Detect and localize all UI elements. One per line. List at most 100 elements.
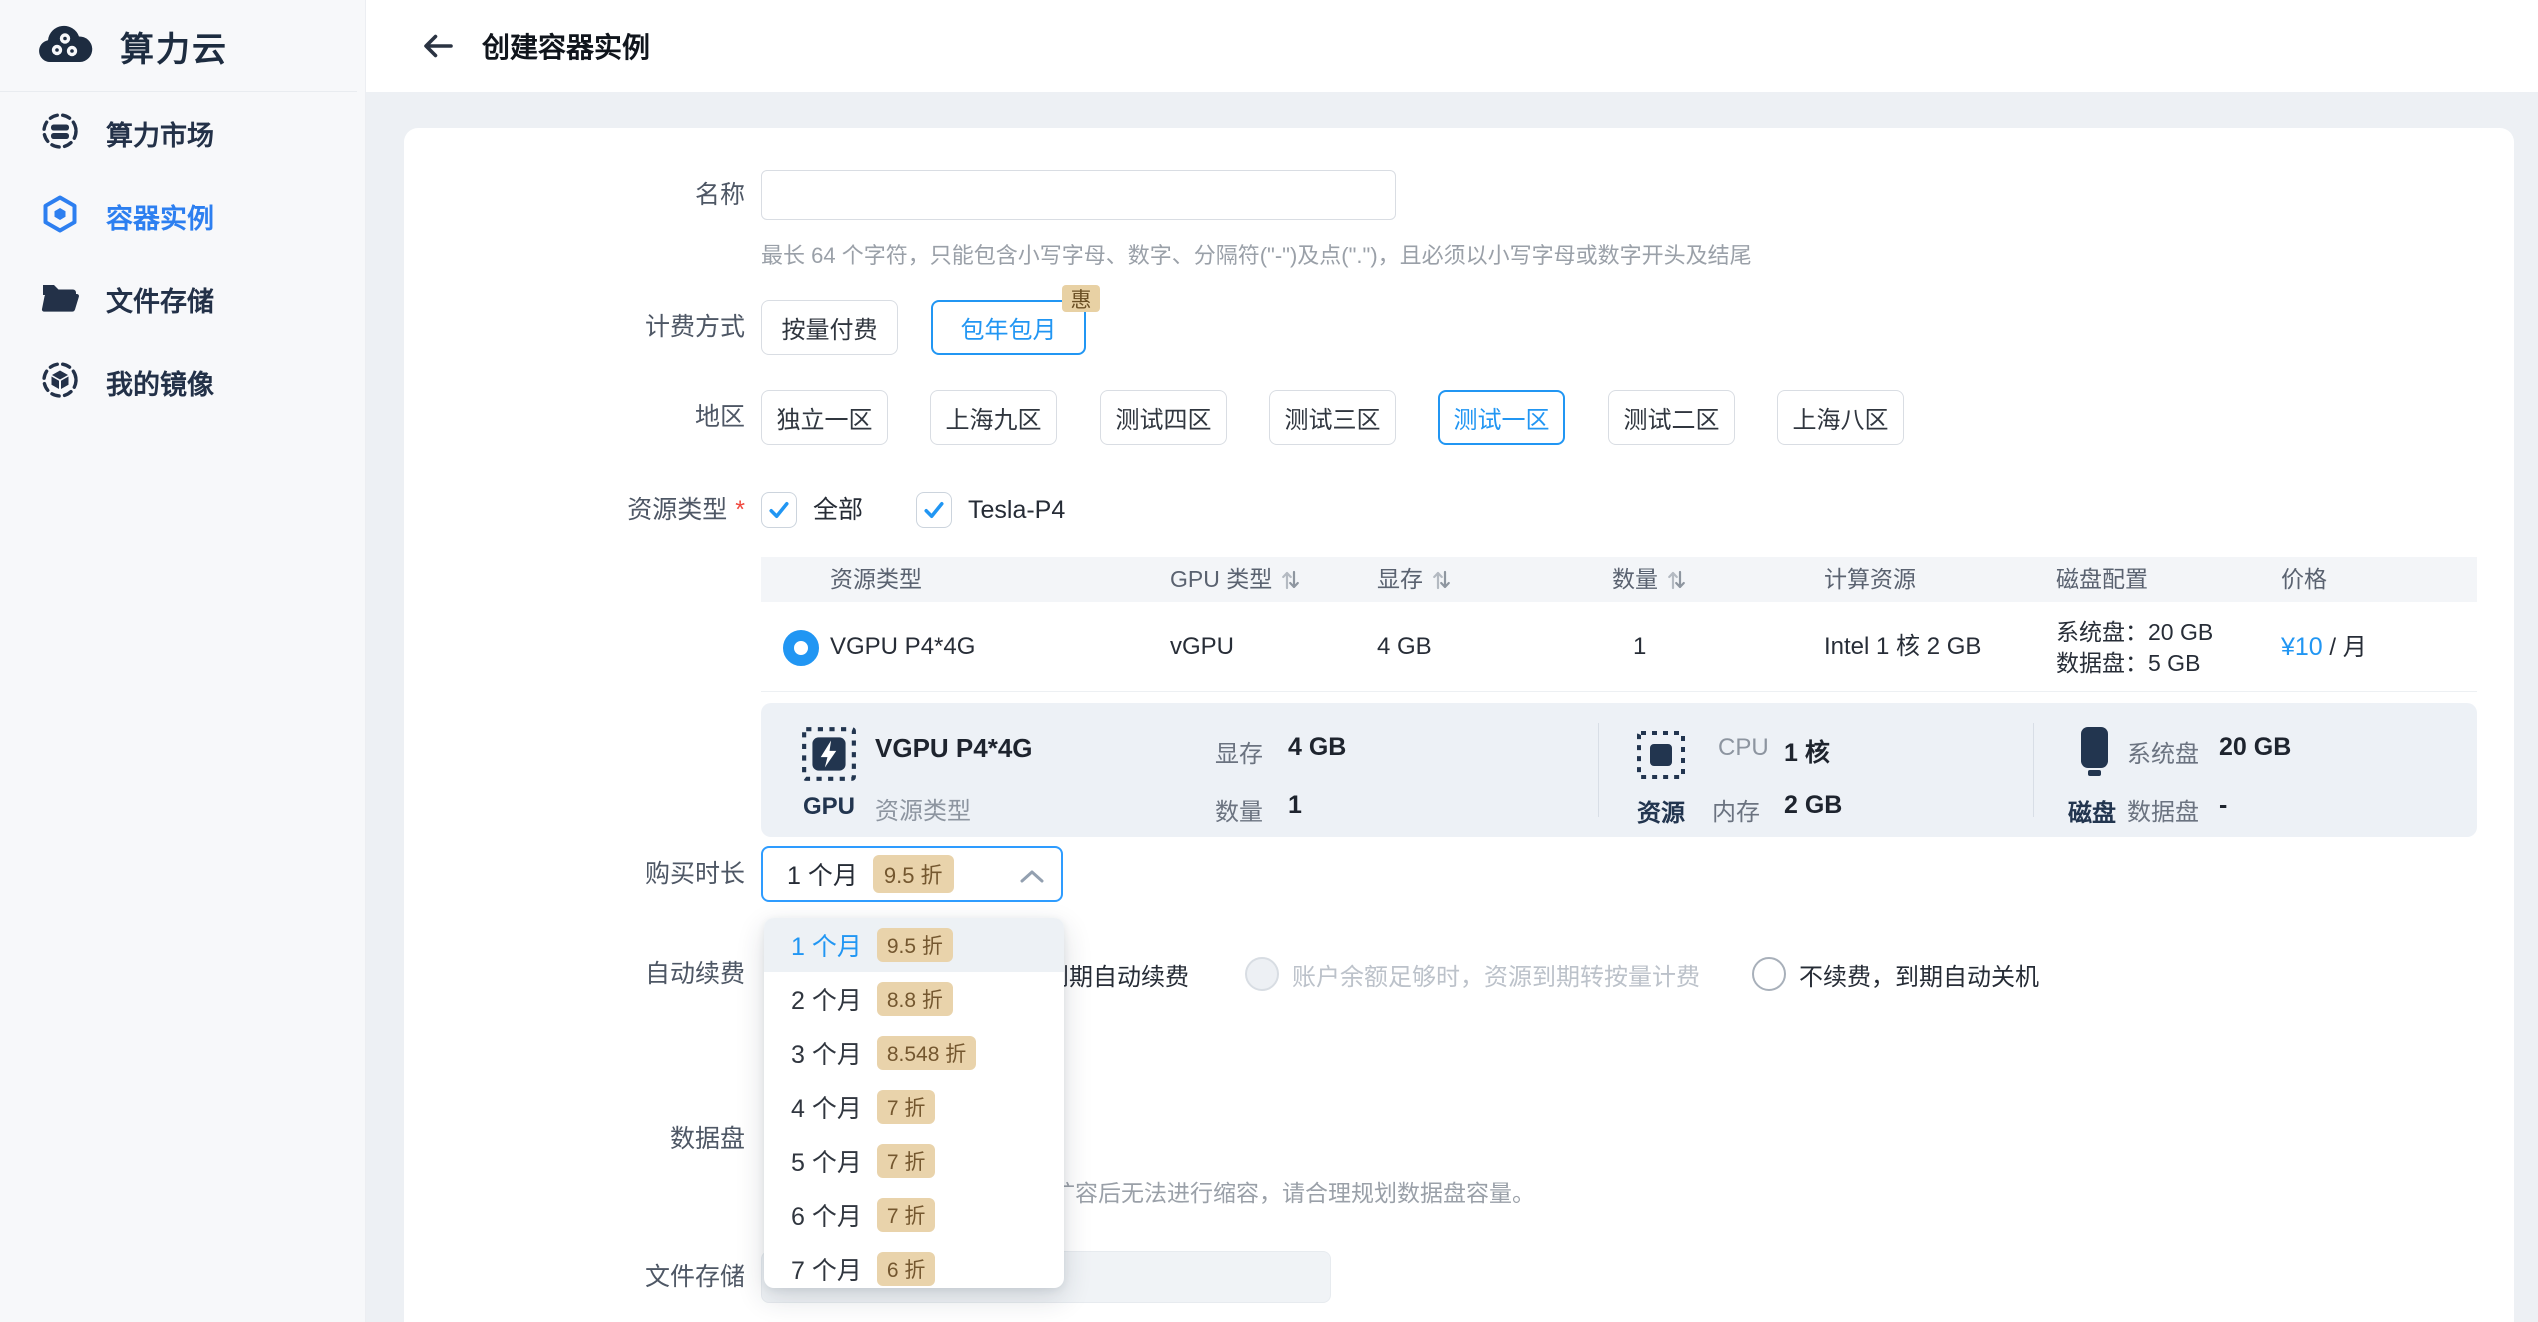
column-header: 磁盘配置 bbox=[2056, 557, 2148, 602]
column-header-sortable[interactable]: 数量 bbox=[1612, 557, 1686, 602]
disk-icon bbox=[2066, 723, 2122, 786]
duration-selected-discount-badge: 9.5 折 bbox=[873, 855, 954, 893]
region-option-selected[interactable]: 测试一区 bbox=[1438, 390, 1565, 445]
billing-option-subscription[interactable]: 包年包月 惠 bbox=[931, 300, 1086, 355]
duration-option-label: 5 个月 bbox=[791, 1143, 862, 1179]
disk-line-system: 系统盘：20 GB bbox=[2056, 617, 2213, 648]
duration-label: 购买时长 bbox=[404, 846, 745, 902]
duration-selected-value: 1 个月 bbox=[787, 856, 858, 892]
sidebar-item-market[interactable]: 算力市场 bbox=[0, 92, 365, 175]
duration-option-6[interactable]: 6 个月 7 折 bbox=[764, 1188, 1064, 1242]
name-help-text: 最长 64 个字符，只能包含小写字母、数字、分隔符("-")及点(".")，且必… bbox=[761, 238, 1752, 270]
sidebar-item-label: 容器实例 bbox=[106, 197, 214, 236]
duration-option-5[interactable]: 5 个月 7 折 bbox=[764, 1134, 1064, 1188]
duration-option-1[interactable]: 1 个月 9.5 折 bbox=[764, 918, 1064, 972]
sidebar: 算力云 算力市场 容器实例 bbox=[0, 0, 366, 1322]
discount-badge: 6 折 bbox=[877, 1252, 936, 1286]
region-option-label: 测试一区 bbox=[1454, 400, 1550, 435]
check-icon bbox=[920, 496, 948, 524]
duration-option-label: 2 个月 bbox=[791, 981, 862, 1017]
vertical-divider bbox=[2033, 723, 2034, 817]
discount-badge: 7 折 bbox=[877, 1144, 936, 1178]
spec-table-row[interactable]: VGPU P4*4G vGPU 4 GB 1 Intel 1 核 2 GB 系统… bbox=[761, 602, 2477, 692]
count-label: 数量 bbox=[1215, 792, 1263, 827]
duration-option-label: 7 个月 bbox=[791, 1251, 862, 1287]
column-header: 计算资源 bbox=[1824, 557, 1916, 602]
auto-renew-label: 自动续费 bbox=[404, 954, 745, 994]
discount-badge: 7 折 bbox=[877, 1198, 936, 1232]
check-icon bbox=[765, 496, 793, 524]
price-unit: / 月 bbox=[2323, 634, 2367, 661]
duration-option-3[interactable]: 3 个月 8.548 折 bbox=[764, 1026, 1064, 1080]
chevron-up-icon bbox=[1019, 868, 1045, 889]
sidebar-item-label: 我的镜像 bbox=[106, 363, 214, 402]
create-container-instance-page: 算力云 算力市场 容器实例 bbox=[0, 0, 2538, 1322]
cpu-label: CPU bbox=[1718, 734, 1769, 762]
duration-option-label: 4 个月 bbox=[791, 1089, 862, 1125]
radio-icon[interactable] bbox=[1752, 957, 1786, 991]
region-option-label: 测试二区 bbox=[1624, 400, 1720, 435]
data-disk-help-text: 扩容后无法进行缩容，请合理规划数据盘容量。 bbox=[1052, 1174, 1535, 1208]
cloud-logo-icon bbox=[36, 22, 94, 71]
sidebar-item-my-images[interactable]: 我的镜像 bbox=[0, 341, 365, 424]
cpu-chip-icon bbox=[1635, 729, 1687, 786]
region-option[interactable]: 上海九区 bbox=[930, 390, 1057, 445]
radio-disabled-icon bbox=[1245, 957, 1279, 991]
cell-price: ¥10 / 月 bbox=[2281, 602, 2367, 692]
checkbox-tesla-p4-label: Tesla-P4 bbox=[968, 492, 1065, 528]
region-option[interactable]: 测试四区 bbox=[1100, 390, 1227, 445]
duration-option-label: 6 个月 bbox=[791, 1197, 862, 1233]
back-button[interactable] bbox=[416, 24, 460, 68]
spec-table-header: 资源类型 GPU 类型 显存 数量 计算资源 磁盘配置 价格 bbox=[761, 557, 2477, 602]
auto-renew-option-label: 到期自动续费 bbox=[1045, 957, 1189, 992]
region-option[interactable]: 测试二区 bbox=[1608, 390, 1735, 445]
checkbox-all-label: 全部 bbox=[813, 492, 863, 528]
gpu-tag: GPU bbox=[791, 793, 867, 821]
region-option-label: 测试三区 bbox=[1285, 400, 1381, 435]
billing-option-pay-as-you-go[interactable]: 按量付费 bbox=[761, 300, 898, 355]
column-header-sortable[interactable]: GPU 类型 bbox=[1170, 557, 1300, 602]
duration-option-2[interactable]: 2 个月 8.8 折 bbox=[764, 972, 1064, 1026]
discount-corner-badge: 惠 bbox=[1062, 285, 1100, 312]
auto-renew-option-label: 账户余额足够时，资源到期转按量计费 bbox=[1292, 957, 1700, 992]
column-header: 资源类型 bbox=[830, 557, 922, 602]
duration-option-4[interactable]: 4 个月 7 折 bbox=[764, 1080, 1064, 1134]
billing-label: 计费方式 bbox=[404, 300, 745, 355]
auto-renew-option-no-renew[interactable]: 不续费，到期自动关机 bbox=[1752, 954, 2039, 994]
billing-option-label: 包年包月 bbox=[961, 310, 1057, 345]
folder-icon bbox=[40, 277, 80, 322]
discount-badge: 8.548 折 bbox=[877, 1036, 976, 1070]
duration-option-7[interactable]: 7 个月 6 折 bbox=[764, 1242, 1064, 1288]
sort-icon bbox=[1280, 569, 1300, 591]
name-input[interactable] bbox=[761, 170, 1396, 220]
image-cube-icon bbox=[40, 360, 80, 405]
file-storage-label: 文件存储 bbox=[404, 1251, 745, 1303]
region-option[interactable]: 上海八区 bbox=[1777, 390, 1904, 445]
sidebar-item-file-storage[interactable]: 文件存储 bbox=[0, 258, 365, 341]
system-disk-value: 20 GB bbox=[2219, 733, 2291, 762]
region-option-label: 测试四区 bbox=[1116, 400, 1212, 435]
sidebar-item-container-instance[interactable]: 容器实例 bbox=[0, 175, 365, 258]
price-value: 10 bbox=[2295, 633, 2323, 661]
market-icon bbox=[40, 111, 80, 156]
system-disk-label: 系统盘 bbox=[2127, 734, 2199, 769]
memory-value: 2 GB bbox=[1784, 791, 1842, 820]
detail-gpu-name: VGPU P4*4G bbox=[875, 733, 1033, 764]
sort-icon bbox=[1666, 569, 1686, 591]
column-header-sortable[interactable]: 显存 bbox=[1377, 557, 1451, 602]
resource-type-label: 资源类型* bbox=[404, 492, 745, 528]
duration-select[interactable]: 1 个月 9.5 折 bbox=[761, 846, 1063, 902]
cpu-tag: 资源 bbox=[1623, 793, 1699, 828]
auto-renew-option-label: 不续费，到期自动关机 bbox=[1799, 957, 2039, 992]
region-option[interactable]: 测试三区 bbox=[1269, 390, 1396, 445]
cell-resource-name: VGPU P4*4G bbox=[830, 602, 975, 692]
checkbox-tesla-p4[interactable] bbox=[916, 492, 952, 528]
disk-line-data: 数据盘：5 GB bbox=[2056, 648, 2213, 679]
billing-option-label: 按量付费 bbox=[782, 310, 878, 345]
row-radio-selected[interactable] bbox=[783, 630, 819, 666]
page-header: 创建容器实例 bbox=[366, 0, 2538, 92]
region-option[interactable]: 独立一区 bbox=[761, 390, 888, 445]
checkbox-all[interactable] bbox=[761, 492, 797, 528]
discount-badge: 7 折 bbox=[877, 1090, 936, 1124]
selected-spec-detail-panel: GPU VGPU P4*4G 资源类型 显存 4 GB 数量 1 资源 CPU … bbox=[761, 703, 2477, 837]
